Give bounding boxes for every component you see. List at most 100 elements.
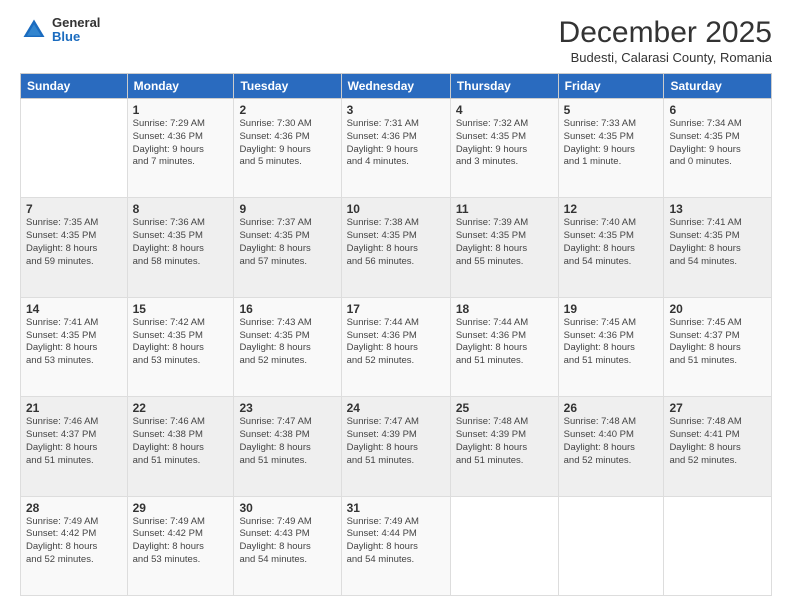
day-info: Sunrise: 7:30 AMSunset: 4:36 PMDaylight:… <box>239 118 335 169</box>
calendar-day-8: 8Sunrise: 7:36 AMSunset: 4:35 PMDaylight… <box>127 198 234 297</box>
day-info: Sunrise: 7:32 AMSunset: 4:35 PMDaylight:… <box>456 118 553 169</box>
day-info: Sunrise: 7:35 AMSunset: 4:35 PMDaylight:… <box>26 217 122 268</box>
day-info-line: Sunrise: 7:36 AM <box>133 217 205 228</box>
calendar-dow-friday: Friday <box>558 74 664 99</box>
day-number: 3 <box>347 103 445 117</box>
day-info-line: Sunset: 4:41 PM <box>669 429 739 440</box>
day-info-line: and 54 minutes. <box>669 256 737 267</box>
day-info-line: and 51 minutes. <box>239 455 307 466</box>
day-number: 25 <box>456 401 553 415</box>
day-info: Sunrise: 7:47 AMSunset: 4:38 PMDaylight:… <box>239 416 335 467</box>
day-info-line: Daylight: 8 hours <box>347 243 418 254</box>
day-info-line: Daylight: 8 hours <box>347 541 418 552</box>
day-info-line: Sunrise: 7:31 AM <box>347 118 419 129</box>
day-info-line: and 51 minutes. <box>456 355 524 366</box>
day-info-line: Sunset: 4:35 PM <box>669 131 739 142</box>
day-info-line: and 51 minutes. <box>133 455 201 466</box>
day-info-line: Daylight: 8 hours <box>456 243 527 254</box>
logo: General Blue <box>20 16 100 45</box>
calendar-day-10: 10Sunrise: 7:38 AMSunset: 4:35 PMDayligh… <box>341 198 450 297</box>
day-info-line: Daylight: 9 hours <box>239 144 310 155</box>
logo-text: General Blue <box>52 16 100 45</box>
day-info-line: Sunset: 4:42 PM <box>133 528 203 539</box>
day-info-line: and 56 minutes. <box>347 256 415 267</box>
day-info-line: Daylight: 8 hours <box>133 541 204 552</box>
day-info-line: Sunrise: 7:47 AM <box>347 416 419 427</box>
day-number: 13 <box>669 202 766 216</box>
day-info-line: Daylight: 8 hours <box>239 442 310 453</box>
title-block: December 2025 Budesti, Calarasi County, … <box>559 16 772 65</box>
day-info-line: Daylight: 9 hours <box>133 144 204 155</box>
day-info: Sunrise: 7:41 AMSunset: 4:35 PMDaylight:… <box>26 317 122 368</box>
day-info-line: Daylight: 9 hours <box>347 144 418 155</box>
calendar-dow-thursday: Thursday <box>450 74 558 99</box>
day-info-line: and 52 minutes. <box>239 355 307 366</box>
day-number: 11 <box>456 202 553 216</box>
day-info-line: Sunset: 4:37 PM <box>669 330 739 341</box>
calendar-empty-cell <box>21 99 128 198</box>
day-info-line: and 57 minutes. <box>239 256 307 267</box>
day-info-line: Daylight: 8 hours <box>564 243 635 254</box>
day-info-line: Sunrise: 7:45 AM <box>564 317 636 328</box>
day-info-line: Sunset: 4:36 PM <box>347 131 417 142</box>
day-info-line: and 52 minutes. <box>347 355 415 366</box>
day-info-line: Sunset: 4:36 PM <box>133 131 203 142</box>
calendar-table: SundayMondayTuesdayWednesdayThursdayFrid… <box>20 73 772 596</box>
day-info-line: Sunrise: 7:44 AM <box>347 317 419 328</box>
day-info-line: and 51 minutes. <box>26 455 94 466</box>
day-info-line: Sunset: 4:43 PM <box>239 528 309 539</box>
day-info-line: and 51 minutes. <box>669 355 737 366</box>
day-info-line: and 3 minutes. <box>456 156 518 167</box>
day-info-line: Sunrise: 7:39 AM <box>456 217 528 228</box>
day-info-line: Sunset: 4:35 PM <box>133 330 203 341</box>
calendar-day-27: 27Sunrise: 7:48 AMSunset: 4:41 PMDayligh… <box>664 397 772 496</box>
calendar-day-13: 13Sunrise: 7:41 AMSunset: 4:35 PMDayligh… <box>664 198 772 297</box>
day-info-line: Sunset: 4:42 PM <box>26 528 96 539</box>
logo-icon <box>20 16 48 44</box>
day-info: Sunrise: 7:33 AMSunset: 4:35 PMDaylight:… <box>564 118 659 169</box>
day-info-line: Sunrise: 7:40 AM <box>564 217 636 228</box>
day-number: 28 <box>26 501 122 515</box>
day-info-line: Sunrise: 7:45 AM <box>669 317 741 328</box>
day-info-line: and 1 minute. <box>564 156 622 167</box>
day-info-line: Daylight: 9 hours <box>564 144 635 155</box>
day-info-line: Sunrise: 7:48 AM <box>669 416 741 427</box>
day-info-line: and 52 minutes. <box>26 554 94 565</box>
day-info: Sunrise: 7:34 AMSunset: 4:35 PMDaylight:… <box>669 118 766 169</box>
calendar-day-15: 15Sunrise: 7:42 AMSunset: 4:35 PMDayligh… <box>127 297 234 396</box>
day-number: 31 <box>347 501 445 515</box>
day-info-line: Sunset: 4:35 PM <box>239 330 309 341</box>
day-info-line: and 0 minutes. <box>669 156 731 167</box>
day-info-line: Sunset: 4:38 PM <box>133 429 203 440</box>
day-info-line: Daylight: 8 hours <box>26 342 97 353</box>
day-info-line: and 54 minutes. <box>239 554 307 565</box>
day-info-line: and 51 minutes. <box>347 455 415 466</box>
calendar-day-30: 30Sunrise: 7:49 AMSunset: 4:43 PMDayligh… <box>234 496 341 595</box>
day-number: 6 <box>669 103 766 117</box>
day-info: Sunrise: 7:40 AMSunset: 4:35 PMDaylight:… <box>564 217 659 268</box>
day-info-line: and 53 minutes. <box>133 554 201 565</box>
day-info-line: and 58 minutes. <box>133 256 201 267</box>
calendar-week-3: 14Sunrise: 7:41 AMSunset: 4:35 PMDayligh… <box>21 297 772 396</box>
day-info-line: and 52 minutes. <box>564 455 632 466</box>
calendar-day-5: 5Sunrise: 7:33 AMSunset: 4:35 PMDaylight… <box>558 99 664 198</box>
calendar-dow-sunday: Sunday <box>21 74 128 99</box>
day-info-line: Sunrise: 7:35 AM <box>26 217 98 228</box>
calendar-day-14: 14Sunrise: 7:41 AMSunset: 4:35 PMDayligh… <box>21 297 128 396</box>
calendar-day-16: 16Sunrise: 7:43 AMSunset: 4:35 PMDayligh… <box>234 297 341 396</box>
day-info-line: and 4 minutes. <box>347 156 409 167</box>
day-info-line: Sunset: 4:39 PM <box>347 429 417 440</box>
calendar-day-7: 7Sunrise: 7:35 AMSunset: 4:35 PMDaylight… <box>21 198 128 297</box>
day-info-line: Sunset: 4:38 PM <box>239 429 309 440</box>
day-info-line: Daylight: 8 hours <box>133 442 204 453</box>
day-info-line: Sunset: 4:35 PM <box>456 131 526 142</box>
calendar-week-2: 7Sunrise: 7:35 AMSunset: 4:35 PMDaylight… <box>21 198 772 297</box>
day-info-line: Sunrise: 7:46 AM <box>133 416 205 427</box>
day-info: Sunrise: 7:49 AMSunset: 4:43 PMDaylight:… <box>239 516 335 567</box>
calendar-day-29: 29Sunrise: 7:49 AMSunset: 4:42 PMDayligh… <box>127 496 234 595</box>
calendar-day-18: 18Sunrise: 7:44 AMSunset: 4:36 PMDayligh… <box>450 297 558 396</box>
calendar-header-row: SundayMondayTuesdayWednesdayThursdayFrid… <box>21 74 772 99</box>
day-number: 16 <box>239 302 335 316</box>
day-number: 2 <box>239 103 335 117</box>
day-info: Sunrise: 7:48 AMSunset: 4:41 PMDaylight:… <box>669 416 766 467</box>
